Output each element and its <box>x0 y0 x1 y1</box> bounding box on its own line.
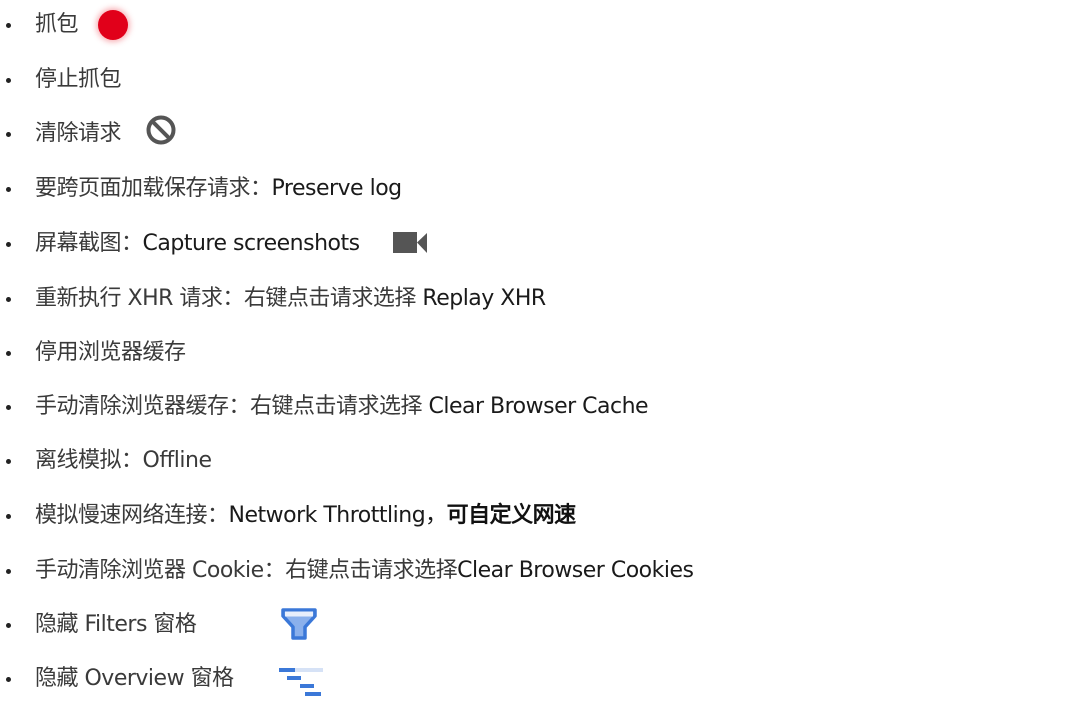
clear-block-icon <box>146 115 176 145</box>
item-text-cn: 模拟慢速网络连接： <box>35 503 229 528</box>
item-text-en: Network Throttling， <box>228 503 448 528</box>
item-text: 清除请求 <box>35 121 122 146</box>
item-text: 抓包 <box>35 12 79 37</box>
bullet <box>6 242 11 247</box>
bullet <box>6 677 11 682</box>
bullet <box>6 187 11 192</box>
item-text: 离线模拟：Offline <box>35 448 212 473</box>
overview-icon <box>279 668 323 696</box>
item-text-cn: 手动清除浏览器 Cookie：右键点击请求选择 <box>35 558 458 583</box>
item-text-en: Clear Browser Cookies <box>457 558 694 583</box>
item-text-cn: 要跨页面加载保存请求： <box>35 176 272 201</box>
item-text-cn: 手动清除浏览器缓存：右键点击请求选择 <box>35 394 429 419</box>
item-text: 隐藏 Filters 窗格 <box>35 612 197 637</box>
item-text-en: Preserve log <box>271 176 403 201</box>
item-text-emphasis: 可自定义网速 <box>446 503 577 528</box>
item-text-cn: 重新执行 XHR 请求：右键点击请求选择 <box>35 286 423 311</box>
item-text-en: Clear Browser Cache <box>428 394 649 419</box>
bullet <box>6 78 11 83</box>
item-text-en: Replay XHR <box>422 286 546 311</box>
bullet <box>6 514 11 519</box>
item-text: 停用浏览器缓存 <box>35 340 186 365</box>
item-text: 隐藏 Overview 窗格 <box>35 666 234 691</box>
bullet <box>6 405 11 410</box>
bullet <box>6 351 11 356</box>
video-camera-icon <box>393 232 427 253</box>
bullet <box>6 23 11 28</box>
bullet <box>6 297 11 302</box>
item-text-en: Capture screenshots <box>142 231 361 256</box>
item-text: 停止抓包 <box>35 67 122 92</box>
bullet <box>6 459 11 464</box>
bullet <box>6 569 11 574</box>
bullet <box>6 132 11 137</box>
bullet <box>6 623 11 628</box>
filter-icon <box>281 608 317 640</box>
item-text-cn: 屏幕截图： <box>35 231 143 256</box>
record-icon <box>98 10 128 40</box>
